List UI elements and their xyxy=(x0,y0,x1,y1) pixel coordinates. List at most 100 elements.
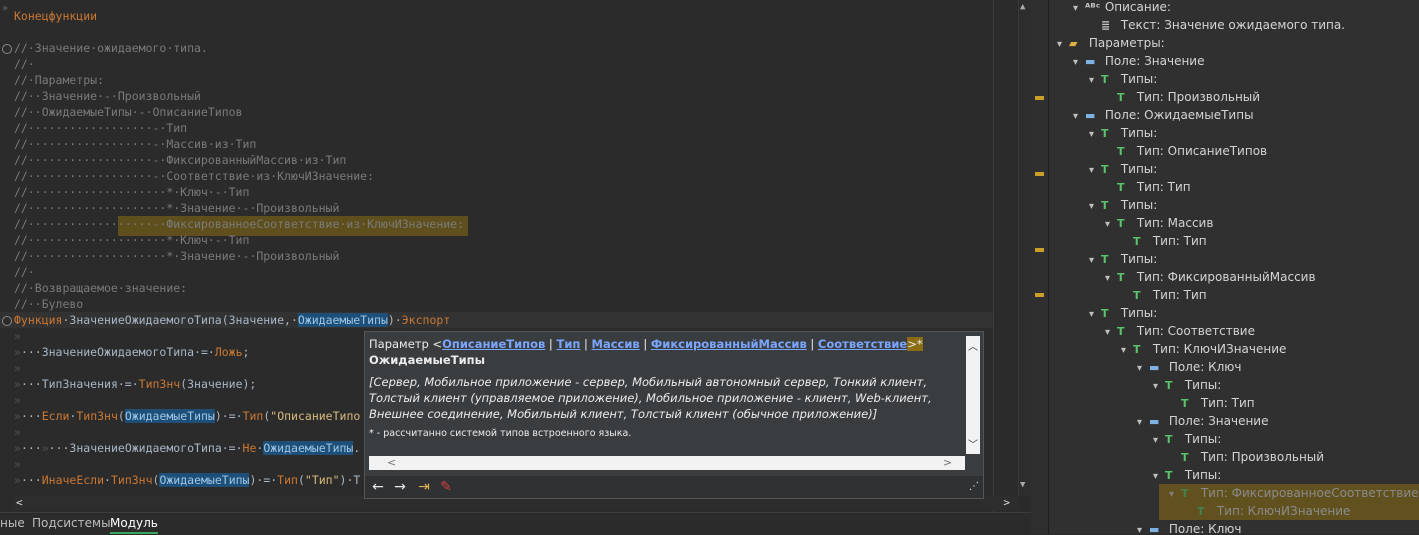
tree-node[interactable]: ▾ T Типы: xyxy=(1089,196,1157,214)
scroll-up-icon[interactable]: ︿ xyxy=(968,338,978,353)
overview-mark[interactable] xyxy=(1035,172,1044,176)
tree-node[interactable]: ▾ ▬ Поле: Значение xyxy=(1137,412,1268,430)
code-line[interactable]: //··Булево xyxy=(14,296,83,312)
scroll-right-icon[interactable]: > xyxy=(943,456,952,469)
type-link-tip[interactable]: Тип xyxy=(556,337,580,351)
outline-tree[interactable]: ▾ ᴬᴮᶜ Описание: ≣ Текст: Значение ожидаемо… xyxy=(1048,0,1419,534)
tooltip-vertical-scrollbar[interactable]: ︿ ﹀ xyxy=(966,336,980,454)
chevron-down-icon[interactable]: ▾ xyxy=(1073,54,1085,72)
code-line[interactable]: //····················*·Значение·-·Произ… xyxy=(14,248,339,264)
code-line[interactable]: //··ОжидаемыеТипы·-·ОписаниеТипов xyxy=(14,104,242,120)
code-line[interactable]: //··················-·ФиксированноеСоотв… xyxy=(14,216,464,232)
overview-ruler[interactable] xyxy=(1031,0,1048,534)
tree-node[interactable]: T Тип: Тип xyxy=(1105,178,1191,196)
tree-node[interactable]: ▾ T Типы: xyxy=(1153,376,1221,394)
tree-node[interactable]: ▾ T Типы: xyxy=(1089,70,1157,88)
tab-subsystems[interactable]: Подсистемы xyxy=(32,516,111,530)
tree-node[interactable]: ≣ Текст: Значение ожидаемого типа. xyxy=(1089,16,1345,34)
type-link-massiv[interactable]: Массив xyxy=(592,337,640,351)
chevron-down-icon[interactable]: ▾ xyxy=(1121,342,1133,360)
overview-mark[interactable] xyxy=(1035,248,1044,252)
type-link-fix-massiv[interactable]: ФиксированныйМассив xyxy=(651,337,807,351)
tree-node[interactable]: ▾ T Тип: КлючИЗначение xyxy=(1121,340,1286,358)
code-line[interactable]: //·Возвращаемое·значение: xyxy=(14,280,187,296)
code-line[interactable]: »···ЗначениеОжидаемогоТипа·=·Ложь; xyxy=(14,344,249,360)
tree-node[interactable]: T Тип: Тип xyxy=(1121,232,1207,250)
chevron-down-icon[interactable]: ▾ xyxy=(1073,0,1085,18)
resize-grip-icon[interactable]: ⋰ xyxy=(965,479,983,495)
chevron-down-icon[interactable]: ▾ xyxy=(1073,108,1085,126)
tree-node[interactable]: T Тип: Произвольный xyxy=(1169,448,1324,466)
chevron-down-icon[interactable]: ▾ xyxy=(1089,306,1101,324)
fold-marker-icon[interactable] xyxy=(2,316,12,326)
code-line[interactable]: //··················-·Тип xyxy=(14,120,187,136)
code-line[interactable]: Конецфункции xyxy=(14,8,97,24)
tree-node[interactable]: ▾ T Тип: Массив xyxy=(1105,214,1213,232)
code-line[interactable]: //····················*·Значение·-·Произ… xyxy=(14,200,339,216)
tree-node[interactable]: ▾ T Типы: xyxy=(1089,160,1157,178)
tree-node[interactable]: ▾ T Типы: xyxy=(1153,430,1221,448)
tree-node[interactable]: T Тип: Тип xyxy=(1121,286,1207,304)
chevron-down-icon[interactable]: ▾ xyxy=(1137,414,1149,432)
tree-node[interactable]: ▾ ᴬᴮᶜ Описание: xyxy=(1073,0,1171,16)
code-line[interactable]: //· xyxy=(14,56,35,72)
code-line[interactable]: //··················-·ФиксированныйМасси… xyxy=(14,152,346,168)
forward-icon[interactable]: → xyxy=(391,479,409,495)
chevron-down-icon[interactable]: ▾ xyxy=(1153,432,1165,450)
code-line[interactable]: » xyxy=(14,360,21,376)
tree-node[interactable]: T Тип: ОписаниеТипов xyxy=(1105,142,1267,160)
chevron-down-icon[interactable]: ▾ xyxy=(1089,72,1101,90)
code-line[interactable]: //··················-·Массив·из·Тип xyxy=(14,136,256,152)
tree-node[interactable]: T Тип: КлючИЗначение xyxy=(1159,502,1419,520)
code-line[interactable]: » xyxy=(14,392,21,408)
chevron-down-icon[interactable]: ▾ xyxy=(1089,126,1101,144)
code-line[interactable]: »···Если·ТипЗнч(ОжидаемыеТипы)·=·Тип("Оп… xyxy=(14,408,360,424)
chevron-down-icon[interactable]: ▾ xyxy=(1089,198,1101,216)
tree-node[interactable]: ▾ T Типы: xyxy=(1153,466,1221,484)
tree-node[interactable]: ▾ ▰ Параметры: xyxy=(1057,34,1165,52)
code-line[interactable]: »···ИначеЕсли·ТипЗнч(ОжидаемыеТипы)·=·Ти… xyxy=(14,472,360,488)
scroll-up-icon[interactable]: ▲ xyxy=(1020,2,1025,12)
code-line[interactable]: //··················-·Соответствие·из·Кл… xyxy=(14,168,374,184)
chevron-down-icon[interactable]: ▾ xyxy=(1105,270,1117,288)
chevron-down-icon[interactable]: ▾ xyxy=(1137,360,1149,378)
tree-node[interactable]: ▾ T Типы: xyxy=(1089,250,1157,268)
tree-node[interactable]: T Тип: Произвольный xyxy=(1105,88,1260,106)
editor-vertical-scrollbar[interactable]: ▲ ▼ xyxy=(1018,0,1031,496)
overview-mark[interactable] xyxy=(1035,293,1044,297)
tab-module[interactable]: Модуль xyxy=(110,516,158,534)
chevron-down-icon[interactable]: ▾ xyxy=(1089,252,1101,270)
code-line[interactable]: //····················*·Ключ·-·Тип xyxy=(14,184,249,200)
tree-node[interactable]: ▾ T Тип: Соответствие xyxy=(1105,322,1255,340)
tree-node[interactable]: T Тип: Тип xyxy=(1169,394,1255,412)
tree-node[interactable]: ▾ T Типы: xyxy=(1089,304,1157,322)
tooltip-horizontal-scrollbar[interactable]: < > xyxy=(369,456,965,470)
back-icon[interactable]: ← xyxy=(369,479,387,495)
scroll-left-icon[interactable]: < xyxy=(387,456,396,469)
tree-node[interactable]: ▾ ▬ Поле: Ключ xyxy=(1137,358,1241,376)
tree-node[interactable]: ▾ ▬ Поле: Значение xyxy=(1073,52,1204,70)
open-declaration-icon[interactable]: ⇥ xyxy=(415,479,433,495)
scroll-right-icon[interactable]: > xyxy=(1003,496,1010,509)
tab-partial[interactable]: ные xyxy=(0,516,25,530)
code-line[interactable]: Функция·ЗначениеОжидаемогоТипа(Значение,… xyxy=(14,312,450,328)
chevron-down-icon[interactable]: ▾ xyxy=(1105,216,1117,234)
code-line[interactable]: » xyxy=(14,424,21,440)
scroll-down-icon[interactable]: ▼ xyxy=(1020,480,1025,490)
code-line[interactable]: » xyxy=(14,456,21,472)
code-line[interactable]: //·Значение·ожидаемого·типа. xyxy=(14,40,208,56)
tree-node[interactable]: ▾ ▬ Поле: ОжидаемыеТипы xyxy=(1073,106,1254,124)
code-line[interactable]: » xyxy=(14,328,21,344)
chevron-down-icon[interactable]: ▾ xyxy=(1137,522,1149,534)
chevron-down-icon[interactable]: ▾ xyxy=(1105,324,1117,342)
code-line[interactable]: //· xyxy=(14,264,35,280)
scroll-left-icon[interactable]: < xyxy=(16,496,23,509)
scroll-down-icon[interactable]: ﹀ xyxy=(968,436,978,451)
tree-node[interactable]: ▾ T Тип: ФиксированноеСоответствие xyxy=(1159,484,1419,502)
tree-node[interactable]: ▾ T Тип: ФиксированныйМассив xyxy=(1105,268,1316,286)
type-link-opisanie-tipov[interactable]: ОписаниеТипов xyxy=(442,337,545,351)
code-line[interactable]: //·Параметры: xyxy=(14,72,104,88)
overview-mark[interactable] xyxy=(1035,96,1044,100)
type-link-sootvetstvie[interactable]: Соответствие xyxy=(818,337,907,351)
fold-marker-icon[interactable] xyxy=(2,44,12,54)
